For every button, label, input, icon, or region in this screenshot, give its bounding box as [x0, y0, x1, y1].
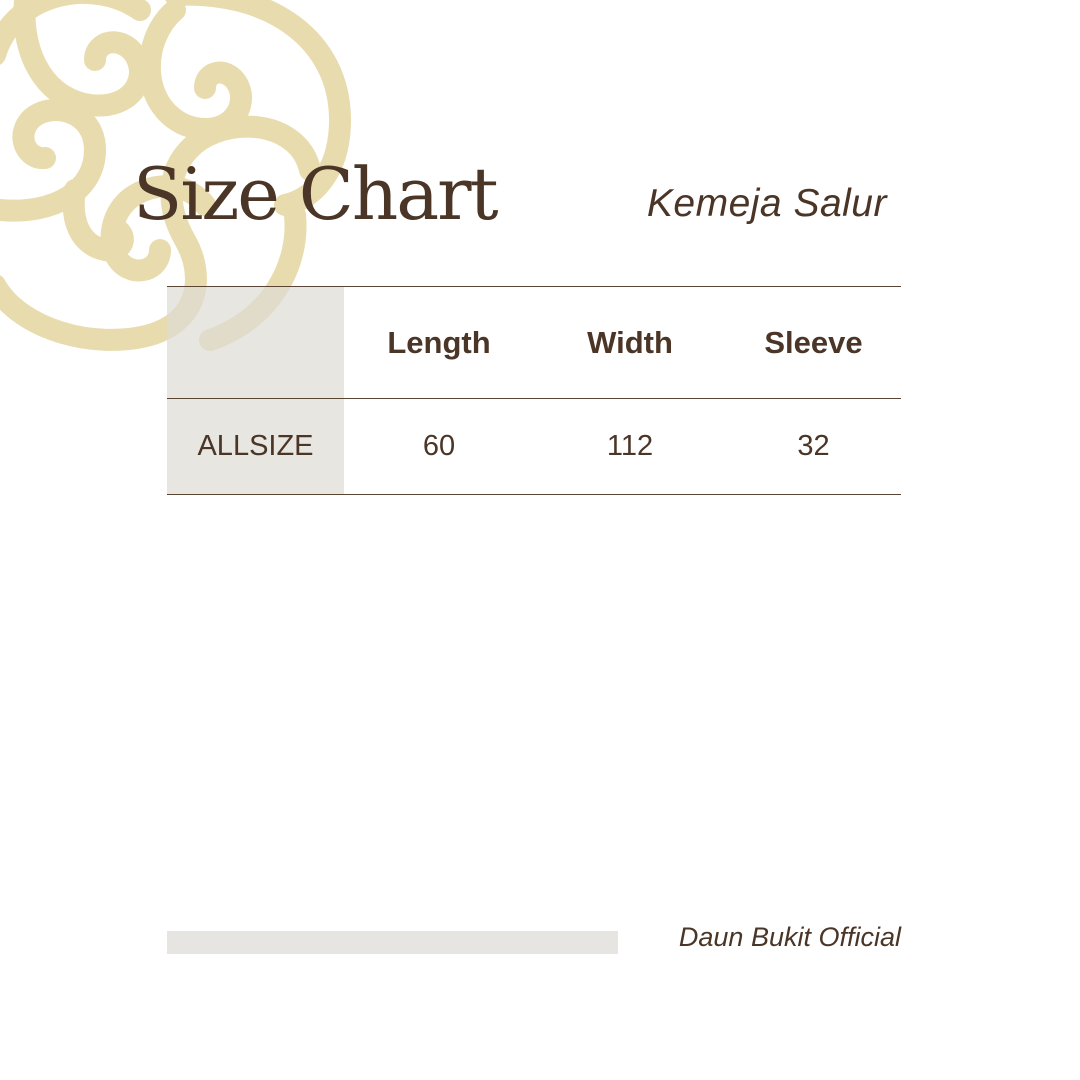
width-value-cell: 112 [606, 430, 654, 462]
column-header-sleeve: Sleeve [764, 324, 863, 360]
table-header-row: Length Width Sleeve [167, 286, 901, 399]
size-label-cell: ALLSIZE [167, 398, 344, 495]
column-header-size [167, 286, 344, 399]
brand-name: Daun Bukit Official [678, 922, 901, 952]
table-row: ALLSIZE 60 112 32 [167, 398, 901, 495]
footer-divider-bar [167, 931, 618, 954]
page-title: Size Chart [133, 152, 499, 236]
product-name: Kemeja Salur [646, 182, 887, 225]
column-header-width: Width [587, 324, 673, 360]
sleeve-value-cell: 32 [797, 430, 830, 462]
column-header-length: Length [387, 324, 491, 360]
size-chart-table: Length Width Sleeve ALLSIZE 60 112 32 [167, 286, 901, 495]
size-chart-table-container: Length Width Sleeve ALLSIZE 60 112 32 [167, 286, 901, 495]
length-value-cell: 60 [422, 430, 456, 462]
